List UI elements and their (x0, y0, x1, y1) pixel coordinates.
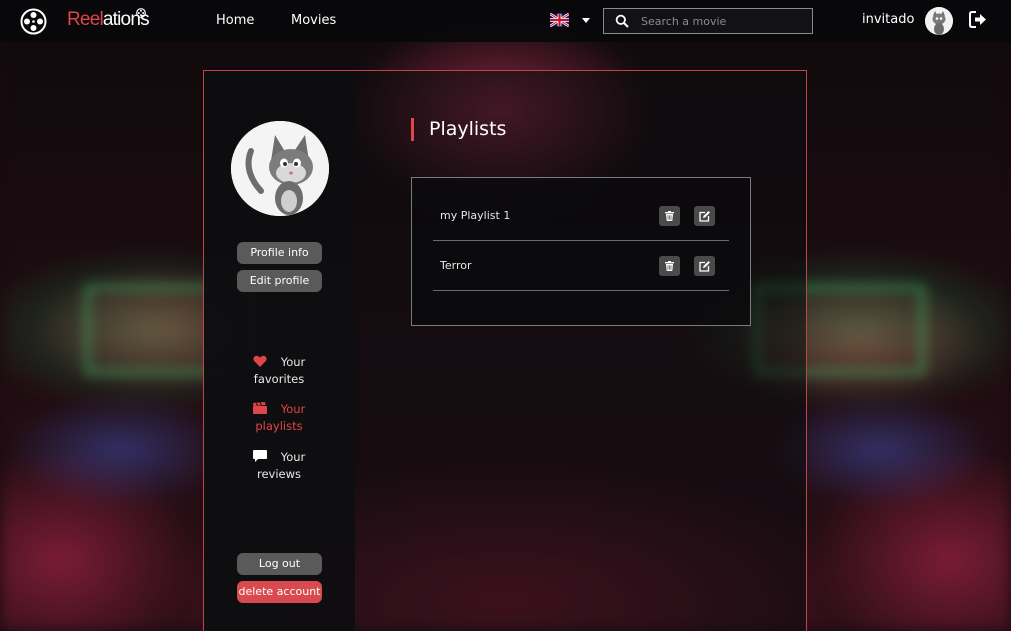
cat-avatar-icon (231, 121, 329, 216)
page-title: Playlists (411, 118, 506, 141)
uk-flag-icon[interactable] (550, 13, 569, 27)
search-input[interactable] (641, 14, 801, 28)
sidebar-item-favorites[interactable]: Your favorites (229, 354, 329, 388)
profile-avatar (231, 121, 329, 216)
clapperboard-icon (252, 402, 267, 414)
logout-icon[interactable] (969, 11, 987, 28)
brand-text-red: Reel (67, 9, 104, 30)
profile-panel: Profile info Edit profile Your favorites… (203, 70, 807, 631)
edit-playlist-button[interactable] (694, 256, 715, 276)
username-label[interactable]: invitado (862, 12, 914, 27)
cat-avatar-icon (925, 7, 953, 35)
user-avatar[interactable] (925, 7, 953, 35)
list-item[interactable]: my Playlist 1 (433, 191, 729, 241)
delete-account-button[interactable]: delete account (237, 581, 322, 603)
edit-icon (699, 210, 710, 222)
sidebar-item-reviews[interactable]: Your reviews (229, 449, 329, 483)
playlists-list: my Playlist 1 Terror (411, 177, 751, 326)
profile-sidebar: Profile info Edit profile Your favorites… (204, 71, 355, 631)
film-reel-logo-icon[interactable] (20, 8, 47, 35)
top-navbar: Reelations Home Movies invitado (0, 0, 1011, 42)
edit-playlist-button[interactable] (694, 206, 715, 226)
delete-playlist-button[interactable] (659, 256, 680, 276)
profile-info-button[interactable]: Profile info (237, 242, 322, 264)
heart-icon (253, 355, 267, 367)
logout-button[interactable]: Log out (237, 553, 322, 575)
list-item[interactable]: Terror (433, 241, 729, 291)
nav-movies-link[interactable]: Movies (291, 13, 336, 28)
film-reel-small-icon (136, 8, 146, 18)
nav-home-link[interactable]: Home (216, 13, 254, 28)
search-icon[interactable] (615, 14, 629, 28)
sidebar-item-playlists[interactable]: Your playlists (229, 401, 329, 435)
search-bar (603, 8, 813, 34)
playlist-name[interactable]: my Playlist 1 (440, 209, 510, 222)
language-dropdown-caret-icon[interactable] (582, 18, 590, 23)
edit-profile-button[interactable]: Edit profile (237, 270, 322, 292)
delete-playlist-button[interactable] (659, 206, 680, 226)
trash-icon (665, 261, 674, 271)
comment-icon (252, 450, 267, 462)
edit-icon (699, 260, 710, 272)
trash-icon (665, 211, 674, 221)
playlist-name[interactable]: Terror (440, 259, 471, 272)
